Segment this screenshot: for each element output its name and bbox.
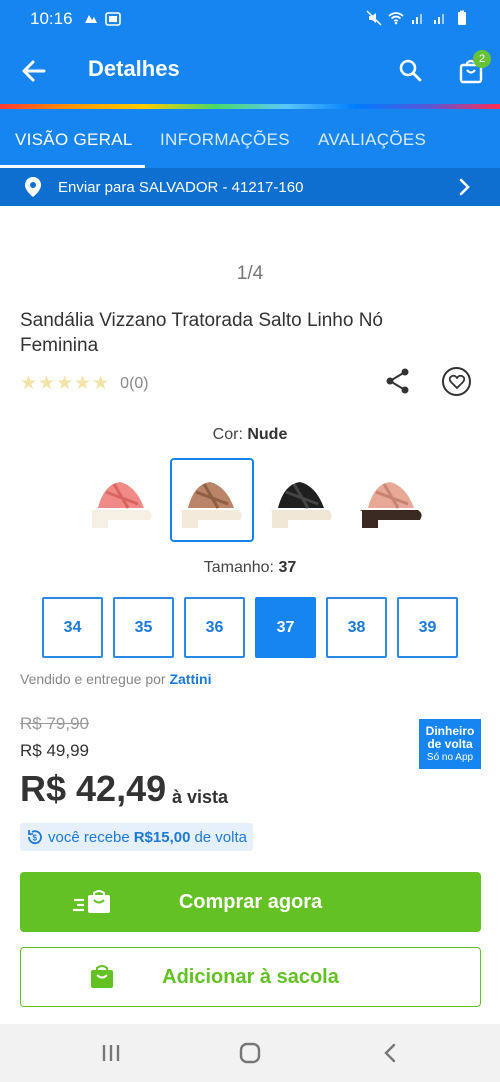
product-rating[interactable]: ★★★★★ 0(0) bbox=[20, 372, 149, 395]
size-value: 37 bbox=[278, 559, 297, 576]
status-bar: 10:16 bbox=[0, 0, 500, 38]
top-header: 10:16 Detalhes 2 VISÃO GERAL INFORMAÇÕES… bbox=[0, 0, 500, 206]
shipping-bar[interactable]: Enviar para SALVADOR - 41217-160 bbox=[0, 168, 500, 206]
list-price: R$ 49,99 bbox=[20, 741, 89, 760]
svg-text:$: $ bbox=[33, 834, 38, 843]
sandal-thumbnail bbox=[180, 482, 242, 528]
recent-apps-icon[interactable] bbox=[100, 1042, 122, 1064]
share-icon[interactable] bbox=[385, 367, 411, 395]
size-selector: 34 35 36 37 38 39 bbox=[42, 597, 458, 658]
mute-icon bbox=[366, 10, 382, 26]
color-swatch-pink[interactable] bbox=[80, 458, 164, 542]
back-arrow-icon[interactable] bbox=[20, 57, 48, 85]
image-counter: 1/4 bbox=[236, 263, 264, 284]
bag-icon bbox=[91, 965, 113, 988]
chevron-right-icon bbox=[459, 178, 470, 196]
location-pin-icon bbox=[25, 177, 41, 197]
size-option-38[interactable]: 38 bbox=[326, 597, 387, 658]
buy-now-button[interactable]: Comprar agora bbox=[20, 872, 481, 932]
add-to-bag-label: Adicionar à sacola bbox=[162, 965, 339, 988]
size-label: Tamanho: 37 bbox=[203, 559, 297, 576]
system-nav-bar bbox=[0, 1024, 500, 1082]
signal-icon bbox=[412, 14, 422, 24]
cashback-icon: $ bbox=[28, 830, 42, 845]
rating-stars: ★★★★★ bbox=[20, 373, 111, 394]
current-price: R$ 42,49 bbox=[20, 768, 167, 809]
tab-informacoes[interactable]: INFORMAÇÕES bbox=[160, 130, 290, 150]
sandal-thumbnail bbox=[360, 482, 422, 528]
app-bar: Detalhes 2 bbox=[0, 38, 500, 104]
cashback-app-badge: Dinheiro de volta Só no App bbox=[419, 719, 481, 769]
back-nav-icon[interactable] bbox=[380, 1042, 402, 1064]
color-swatch-black[interactable] bbox=[260, 458, 344, 542]
price-suffix: à vista bbox=[172, 787, 229, 807]
seller-name[interactable]: Zattini bbox=[169, 671, 211, 687]
search-icon[interactable] bbox=[398, 58, 422, 82]
cashback-value: R$15,00 bbox=[133, 828, 191, 846]
sandal-thumbnail bbox=[270, 482, 332, 528]
tab-bar: VISÃO GERAL INFORMAÇÕES AVALIAÇÕES bbox=[0, 109, 500, 168]
product-name: Sandália Vizzano Tratorada Salto Linho N… bbox=[20, 310, 384, 356]
home-icon[interactable] bbox=[239, 1042, 261, 1064]
rating-count: 0(0) bbox=[120, 374, 149, 392]
buy-now-label: Comprar agora bbox=[178, 890, 323, 913]
wifi-icon bbox=[388, 12, 404, 25]
signal-2-icon bbox=[434, 14, 444, 24]
status-time: 10:16 bbox=[30, 9, 73, 28]
shipping-text: Enviar para SALVADOR - 41217-160 bbox=[58, 179, 304, 196]
add-to-bag-button[interactable]: Adicionar à sacola bbox=[20, 947, 481, 1007]
size-option-34[interactable]: 34 bbox=[42, 597, 103, 658]
cart-button[interactable]: 2 bbox=[459, 50, 491, 84]
old-price: R$ 79,90 bbox=[20, 714, 89, 733]
color-swatch-rose[interactable] bbox=[350, 458, 434, 542]
battery-icon bbox=[458, 10, 466, 25]
fast-bag-icon bbox=[73, 890, 110, 913]
color-swatch-nude[interactable] bbox=[170, 458, 254, 542]
size-option-35[interactable]: 35 bbox=[113, 597, 174, 658]
cart-count-badge: 2 bbox=[473, 50, 491, 68]
heart-icon bbox=[448, 374, 465, 389]
app-icon bbox=[104, 12, 121, 26]
favorite-button[interactable] bbox=[442, 367, 471, 396]
page-title: Detalhes bbox=[88, 56, 180, 81]
sandal-thumbnail bbox=[90, 482, 152, 528]
cashback-info: $ você recebe R$15,00 de volta bbox=[20, 823, 253, 851]
size-option-37[interactable]: 37 bbox=[255, 597, 316, 658]
notification-icon bbox=[84, 15, 97, 23]
size-option-39[interactable]: 39 bbox=[397, 597, 458, 658]
color-value: Nude bbox=[247, 426, 288, 443]
seller-info: Vendido e entregue por Zattini bbox=[20, 671, 212, 687]
tab-visao-geral[interactable]: VISÃO GERAL bbox=[15, 130, 133, 150]
color-label: Cor: Nude bbox=[212, 426, 288, 443]
tab-avaliacoes[interactable]: AVALIAÇÕES bbox=[318, 130, 426, 150]
size-option-36[interactable]: 36 bbox=[184, 597, 245, 658]
color-swatches bbox=[80, 458, 434, 542]
